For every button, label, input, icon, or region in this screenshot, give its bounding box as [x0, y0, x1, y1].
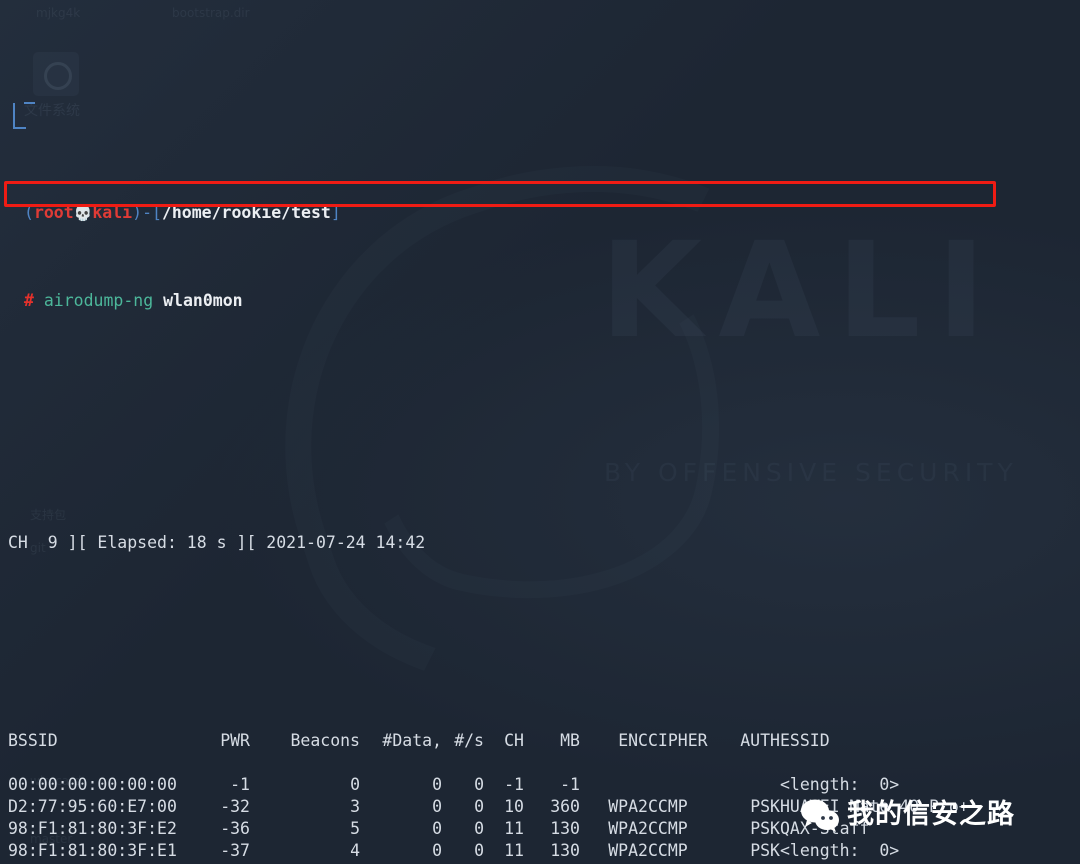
cell-data: 0	[432, 775, 442, 794]
airodump-status-line: CH 9 ][ Elapsed: 18 s ][ 2021-07-24 14:4…	[8, 533, 426, 552]
header-auth: AUTH	[740, 731, 780, 750]
cell-mb: -1	[560, 775, 580, 794]
prompt-host: kali	[92, 203, 133, 222]
command-args: wlan0mon	[163, 291, 243, 310]
cell-mb: 130	[550, 819, 580, 838]
cell-bssid: 98:F1:81:80:3F:E2	[8, 819, 177, 838]
cell-essid: HUAWEI Mate 40 Pro+	[780, 797, 969, 816]
header-cipher: CIPHER	[648, 731, 708, 750]
prompt-close-bracket: ]	[330, 203, 341, 222]
prompt-line-1: (root💀kali)-[/home/rookie/test]	[24, 202, 1080, 224]
cell-ps: 0	[474, 819, 484, 838]
network-table: BSSID PWR Beacons #Data, #/s CH MB ENC C…	[8, 730, 1080, 864]
prompt-corner-glyph	[13, 103, 26, 129]
cell-ch: 10	[504, 797, 524, 816]
cell-ps: 0	[474, 775, 484, 794]
cell-auth: PSK	[750, 841, 780, 860]
header-bssid: BSSID	[8, 731, 58, 750]
cell-bssid: 98:F1:81:80:3F:E1	[8, 841, 177, 860]
prompt-open-bracket: [	[152, 203, 162, 222]
cell-ps: 0	[474, 797, 484, 816]
cell-beacons: 0	[350, 775, 360, 794]
cell-auth: PSK	[750, 819, 780, 838]
table-row: D2:77:95:60:E7:00 -32 3 0 0 10 360 WPA2 CCMP PSK H…	[8, 796, 1080, 818]
cell-beacons: 3	[350, 797, 360, 816]
prompt-path: /home/rookie/test	[161, 203, 331, 222]
header-essid: ESSID	[780, 731, 830, 750]
prompt-hash-symbol: #	[24, 291, 34, 310]
cell-pwr: -36	[220, 819, 250, 838]
cell-beacons: 4	[350, 841, 360, 860]
cell-ps: 0	[474, 841, 484, 860]
cell-ch: 11	[504, 841, 524, 860]
cell-essid: QAX-Staff	[780, 819, 870, 838]
cell-cipher	[648, 774, 710, 796]
cell-mb: 360	[550, 797, 580, 816]
cell-data: 0	[432, 797, 442, 816]
cell-bssid: 00:00:00:00:00:00	[8, 775, 177, 794]
cell-pwr: -1	[230, 775, 250, 794]
cell-enc: WPA2	[608, 841, 648, 860]
table-row: 98:F1:81:80:3F:E1 -37 4 0 0 11 130 WPA2 CCMP PSK <…	[8, 840, 1080, 862]
shell-prompt-block: (root💀kali)-[/home/rookie/test] # airodu…	[8, 92, 1080, 356]
cell-enc	[580, 774, 648, 796]
header-channel: CH	[504, 731, 524, 750]
prompt-line-2[interactable]: # airodump-ng wlan0mon	[24, 290, 1080, 312]
terminal-window: KALI BY OFFENSIVE SECURITY 文件系统 mjkg4k b…	[0, 0, 1080, 864]
header-mb: MB	[560, 731, 580, 750]
cell-essid: <length: 0>	[780, 841, 900, 860]
cell-auth	[710, 774, 780, 796]
table-header-spacer-row	[8, 752, 1080, 774]
table-row: 98:F1:81:80:3F:E2 -36 5 0 0 11 130 WPA2 CCMP PSK Q…	[8, 818, 1080, 840]
cell-cipher: CCMP	[648, 797, 688, 816]
cell-enc: WPA2	[608, 819, 648, 838]
header-enc: ENC	[618, 731, 648, 750]
prompt-user: root	[33, 203, 74, 222]
prompt-dash-sep: -	[142, 203, 152, 222]
command-name: airodump-ng	[43, 291, 154, 310]
cell-bssid: D2:77:95:60:E7:00	[8, 797, 177, 816]
cell-auth: PSK	[750, 797, 780, 816]
cell-ch: -1	[504, 775, 524, 794]
cell-pwr: -32	[220, 797, 250, 816]
prompt-dash-glyph	[24, 102, 35, 104]
network-table-body: 00:00:00:00:00:00 -1 0 0 0 -1 -1 <length: 0> D2:…	[8, 774, 1080, 864]
cell-data: 0	[432, 819, 442, 838]
cell-mb: 130	[550, 841, 580, 860]
cell-pwr: -37	[220, 841, 250, 860]
header-data: #Data,	[382, 731, 442, 750]
cell-ch: 11	[504, 819, 524, 838]
prompt-open-paren: (	[24, 203, 34, 222]
cell-enc: WPA2	[608, 797, 648, 816]
header-pwr: PWR	[220, 731, 250, 750]
cell-beacons: 5	[350, 819, 360, 838]
cell-data: 0	[432, 841, 442, 860]
header-packets-per-sec: #/s	[454, 731, 484, 750]
table-header-row: BSSID PWR Beacons #Data, #/s CH MB ENC C…	[8, 730, 1080, 752]
skull-icon: 💀	[73, 204, 93, 222]
table-row: 00:00:00:00:00:00 -1 0 0 0 -1 -1 <length: 0>	[8, 774, 1080, 796]
cell-cipher: CCMP	[648, 819, 688, 838]
prompt-close-paren: )	[132, 203, 143, 222]
cell-cipher: CCMP	[648, 841, 688, 860]
header-beacons: Beacons	[290, 731, 360, 750]
network-table-head: BSSID PWR Beacons #Data, #/s CH MB ENC C…	[8, 730, 1080, 774]
terminal-content: (root💀kali)-[/home/rookie/test] # airodu…	[0, 0, 1080, 864]
cell-essid: <length: 0>	[780, 775, 900, 794]
